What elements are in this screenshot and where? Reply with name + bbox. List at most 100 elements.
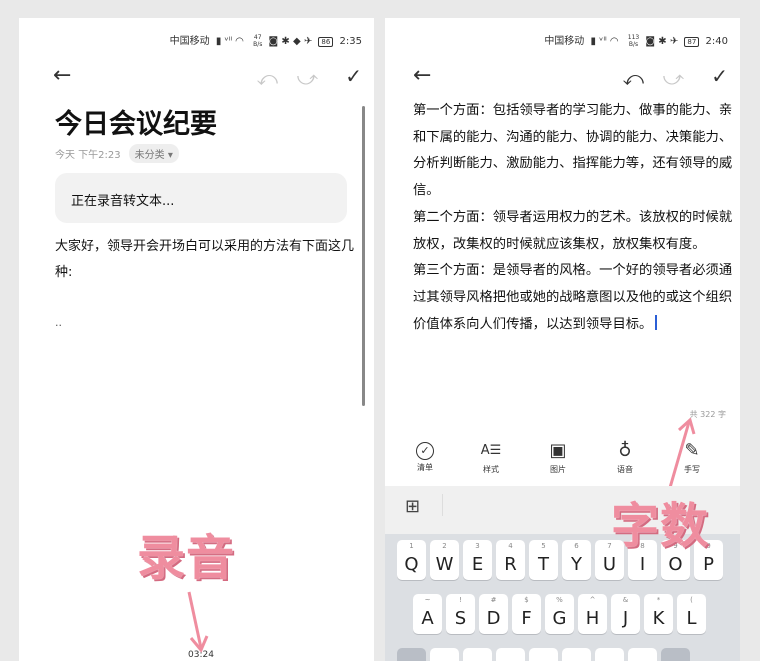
- recording-status-text: 正在录音转文本...: [71, 194, 175, 209]
- status-icons: ◙ ✱ ◆ ✈: [268, 36, 313, 47]
- key-t[interactable]: 5T: [529, 540, 558, 580]
- key-j[interactable]: & J: [611, 594, 640, 634]
- signal-icon: ▮ ᵛˡˡ ◠: [590, 36, 619, 47]
- note-meta: 今天 下午2:23 未分类 ▾: [55, 144, 179, 163]
- key-char: Q: [404, 554, 419, 575]
- key-char: L: [686, 608, 697, 629]
- key-hint: 4: [508, 542, 513, 550]
- key-hint: #: [490, 596, 497, 604]
- key-hint: *: [656, 596, 661, 604]
- carrier-label: 中国移动: [544, 36, 585, 47]
- key-char: A: [421, 608, 434, 629]
- key-d[interactable]: # D: [479, 594, 508, 634]
- back-arrow-icon[interactable]: ←: [53, 65, 71, 87]
- key-b[interactable]: B: [562, 648, 591, 661]
- recording-status-box: 正在录音转文本...: [55, 173, 347, 223]
- note-nav-bar: ← ⤺ ⤻ ✓: [385, 65, 740, 90]
- key-char: F: [521, 608, 532, 629]
- toolbar-label: 样式: [483, 465, 499, 474]
- redo-icon[interactable]: ⤻: [663, 68, 684, 88]
- recording-timer: 03:24: [188, 650, 214, 660]
- key-hint: (: [690, 596, 693, 604]
- undo-icon[interactable]: ⤺: [257, 68, 278, 88]
- category-chip[interactable]: 未分类 ▾: [128, 144, 179, 163]
- key-hint: 1: [409, 542, 414, 550]
- screenshot-divider: [362, 106, 365, 406]
- checklist-button[interactable]: ✓ 清单: [405, 440, 445, 473]
- key-s[interactable]: ! S: [446, 594, 475, 634]
- key-x[interactable]: X: [463, 648, 492, 661]
- key-hint: 5: [541, 542, 546, 550]
- key-r[interactable]: 4R: [496, 540, 525, 580]
- key-n[interactable]: N: [595, 648, 624, 661]
- key-v[interactable]: V: [529, 648, 558, 661]
- key-e[interactable]: 3E: [463, 540, 492, 580]
- note-body[interactable]: 大家好，领导开会开场白可以采用的方法有下面这几种:: [55, 234, 365, 286]
- redo-icon[interactable]: ⤻: [297, 68, 318, 88]
- key-hint: ^: [589, 596, 596, 604]
- microphone-icon: ♁: [618, 440, 632, 461]
- paragraph: 第二个方面：领导者运用权力的艺术。该放权的时候就放权，改集权的时候就应该集权，放…: [413, 209, 733, 252]
- image-button[interactable]: ▣ 图片: [538, 440, 578, 475]
- note-nav-bar: ← ⤺ ⤻ ✓: [19, 65, 374, 90]
- text-style-icon: A☰: [480, 443, 502, 458]
- key-char: R: [504, 554, 517, 575]
- recording-annotation: 录音: [137, 530, 236, 586]
- toolbar-label: 语音: [617, 465, 633, 474]
- toolbar-label: 清单: [417, 463, 433, 472]
- key-hint: 3: [475, 542, 480, 550]
- key-w[interactable]: 2W: [430, 540, 459, 580]
- ellipsis-text: ..: [55, 316, 62, 329]
- image-icon: ▣: [549, 440, 567, 461]
- key-char: J: [622, 608, 629, 629]
- key-hint: !: [459, 596, 462, 604]
- key-f[interactable]: $ F: [512, 594, 541, 634]
- battery-icon: 87: [684, 37, 700, 47]
- checklist-icon: ✓: [416, 442, 434, 460]
- key-m[interactable]: M: [628, 648, 657, 661]
- battery-icon: 86: [318, 37, 334, 47]
- note-date: 今天 下午2:23: [55, 150, 121, 161]
- key-char: H: [585, 608, 600, 629]
- word-count-annotation: 字数: [611, 498, 710, 554]
- key-backspace[interactable]: ⌫: [661, 648, 690, 661]
- key-hint: ~: [424, 596, 431, 604]
- key-hint: &: [622, 596, 629, 604]
- voice-button[interactable]: ♁ 语音: [605, 440, 645, 475]
- key-a[interactable]: ~ A: [413, 594, 442, 634]
- key-y[interactable]: 6Y: [562, 540, 591, 580]
- back-arrow-icon[interactable]: ←: [413, 65, 431, 87]
- status-icons: ◙ ✱ ✈: [645, 36, 679, 47]
- key-q[interactable]: 1Q: [397, 540, 426, 580]
- key-shift[interactable]: ⇧: [397, 648, 426, 661]
- toolbar-label: 手写: [684, 465, 700, 474]
- undo-icon[interactable]: ⤺: [623, 68, 644, 88]
- key-char: K: [652, 608, 665, 629]
- editor-toolbar: ✓ 清单 A☰ 样式 ▣ 图片 ♁ 语音 ✎ 手写: [385, 440, 740, 486]
- key-h[interactable]: ^ H: [578, 594, 607, 634]
- net-speed-value: 113: [627, 34, 640, 41]
- key-c[interactable]: C: [496, 648, 525, 661]
- key-hint: $: [524, 596, 529, 604]
- paragraph: 第三个方面：是领导者的风格。一个好的领导者必须通过其领导风格把他或她的战略意图以…: [413, 263, 733, 332]
- annotation-arrow-icon: [187, 591, 209, 653]
- key-g[interactable]: % G: [545, 594, 574, 634]
- key-char: D: [486, 608, 501, 629]
- style-button[interactable]: A☰ 样式: [471, 440, 511, 475]
- key-z[interactable]: Z: [430, 648, 459, 661]
- key-char: S: [454, 608, 467, 629]
- note-body[interactable]: 第一个方面：包括领导者的学习能力、做事的能力、亲和下属的能力、沟通的能力、协调的…: [413, 98, 733, 338]
- key-l[interactable]: (L: [677, 594, 706, 634]
- check-icon[interactable]: ✓: [711, 66, 728, 86]
- toolbar-label: 图片: [550, 465, 566, 474]
- key-char: E: [471, 554, 484, 575]
- key-hint: %: [556, 596, 563, 604]
- check-icon[interactable]: ✓: [345, 66, 362, 86]
- key-k[interactable]: * K: [644, 594, 673, 634]
- key-hint: 2: [442, 542, 447, 550]
- signal-icon: ▮ ᵛˡˡ ◠: [215, 36, 244, 47]
- note-title[interactable]: 今日会议纪要: [55, 102, 217, 141]
- keyboard-menu-icon[interactable]: ⊞: [405, 496, 420, 517]
- handwriting-button[interactable]: ✎ 手写: [672, 440, 712, 475]
- key-char: T: [538, 554, 549, 575]
